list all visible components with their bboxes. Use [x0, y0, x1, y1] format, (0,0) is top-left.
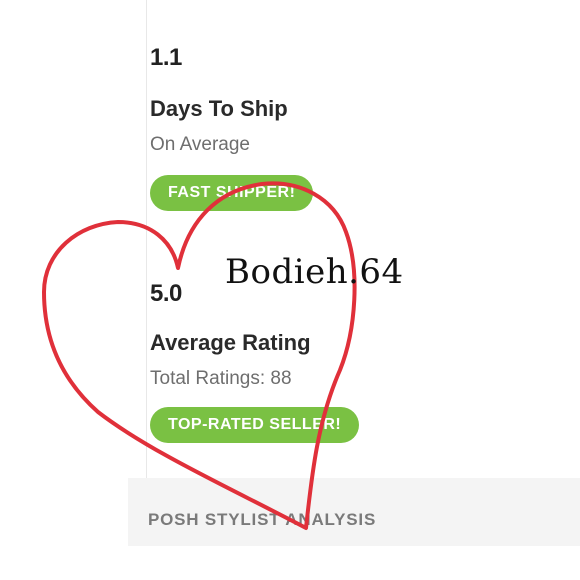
average-rating-title: Average Rating: [150, 330, 311, 355]
panel-divider: [146, 0, 147, 478]
fast-shipper-badge: FAST SHIPPER!: [150, 175, 314, 211]
days-to-ship-title: Days To Ship: [150, 96, 288, 121]
average-rating-value: 5.0: [150, 280, 182, 307]
days-to-ship-value: 1.1: [150, 44, 182, 71]
top-rated-seller-badge: TOP-RATED SELLER!: [150, 407, 360, 443]
username-watermark: Bodieh.64: [225, 252, 404, 292]
seller-stats-screen: 1.1 Days To Ship On Average FAST SHIPPER…: [0, 0, 580, 580]
total-ratings-subtitle: Total Ratings: 88: [150, 368, 292, 389]
days-to-ship-subtitle: On Average: [150, 134, 251, 155]
posh-stylist-analysis-heading[interactable]: POSH STYLIST ANALYSIS: [148, 510, 376, 530]
left-gutter: [0, 0, 128, 580]
